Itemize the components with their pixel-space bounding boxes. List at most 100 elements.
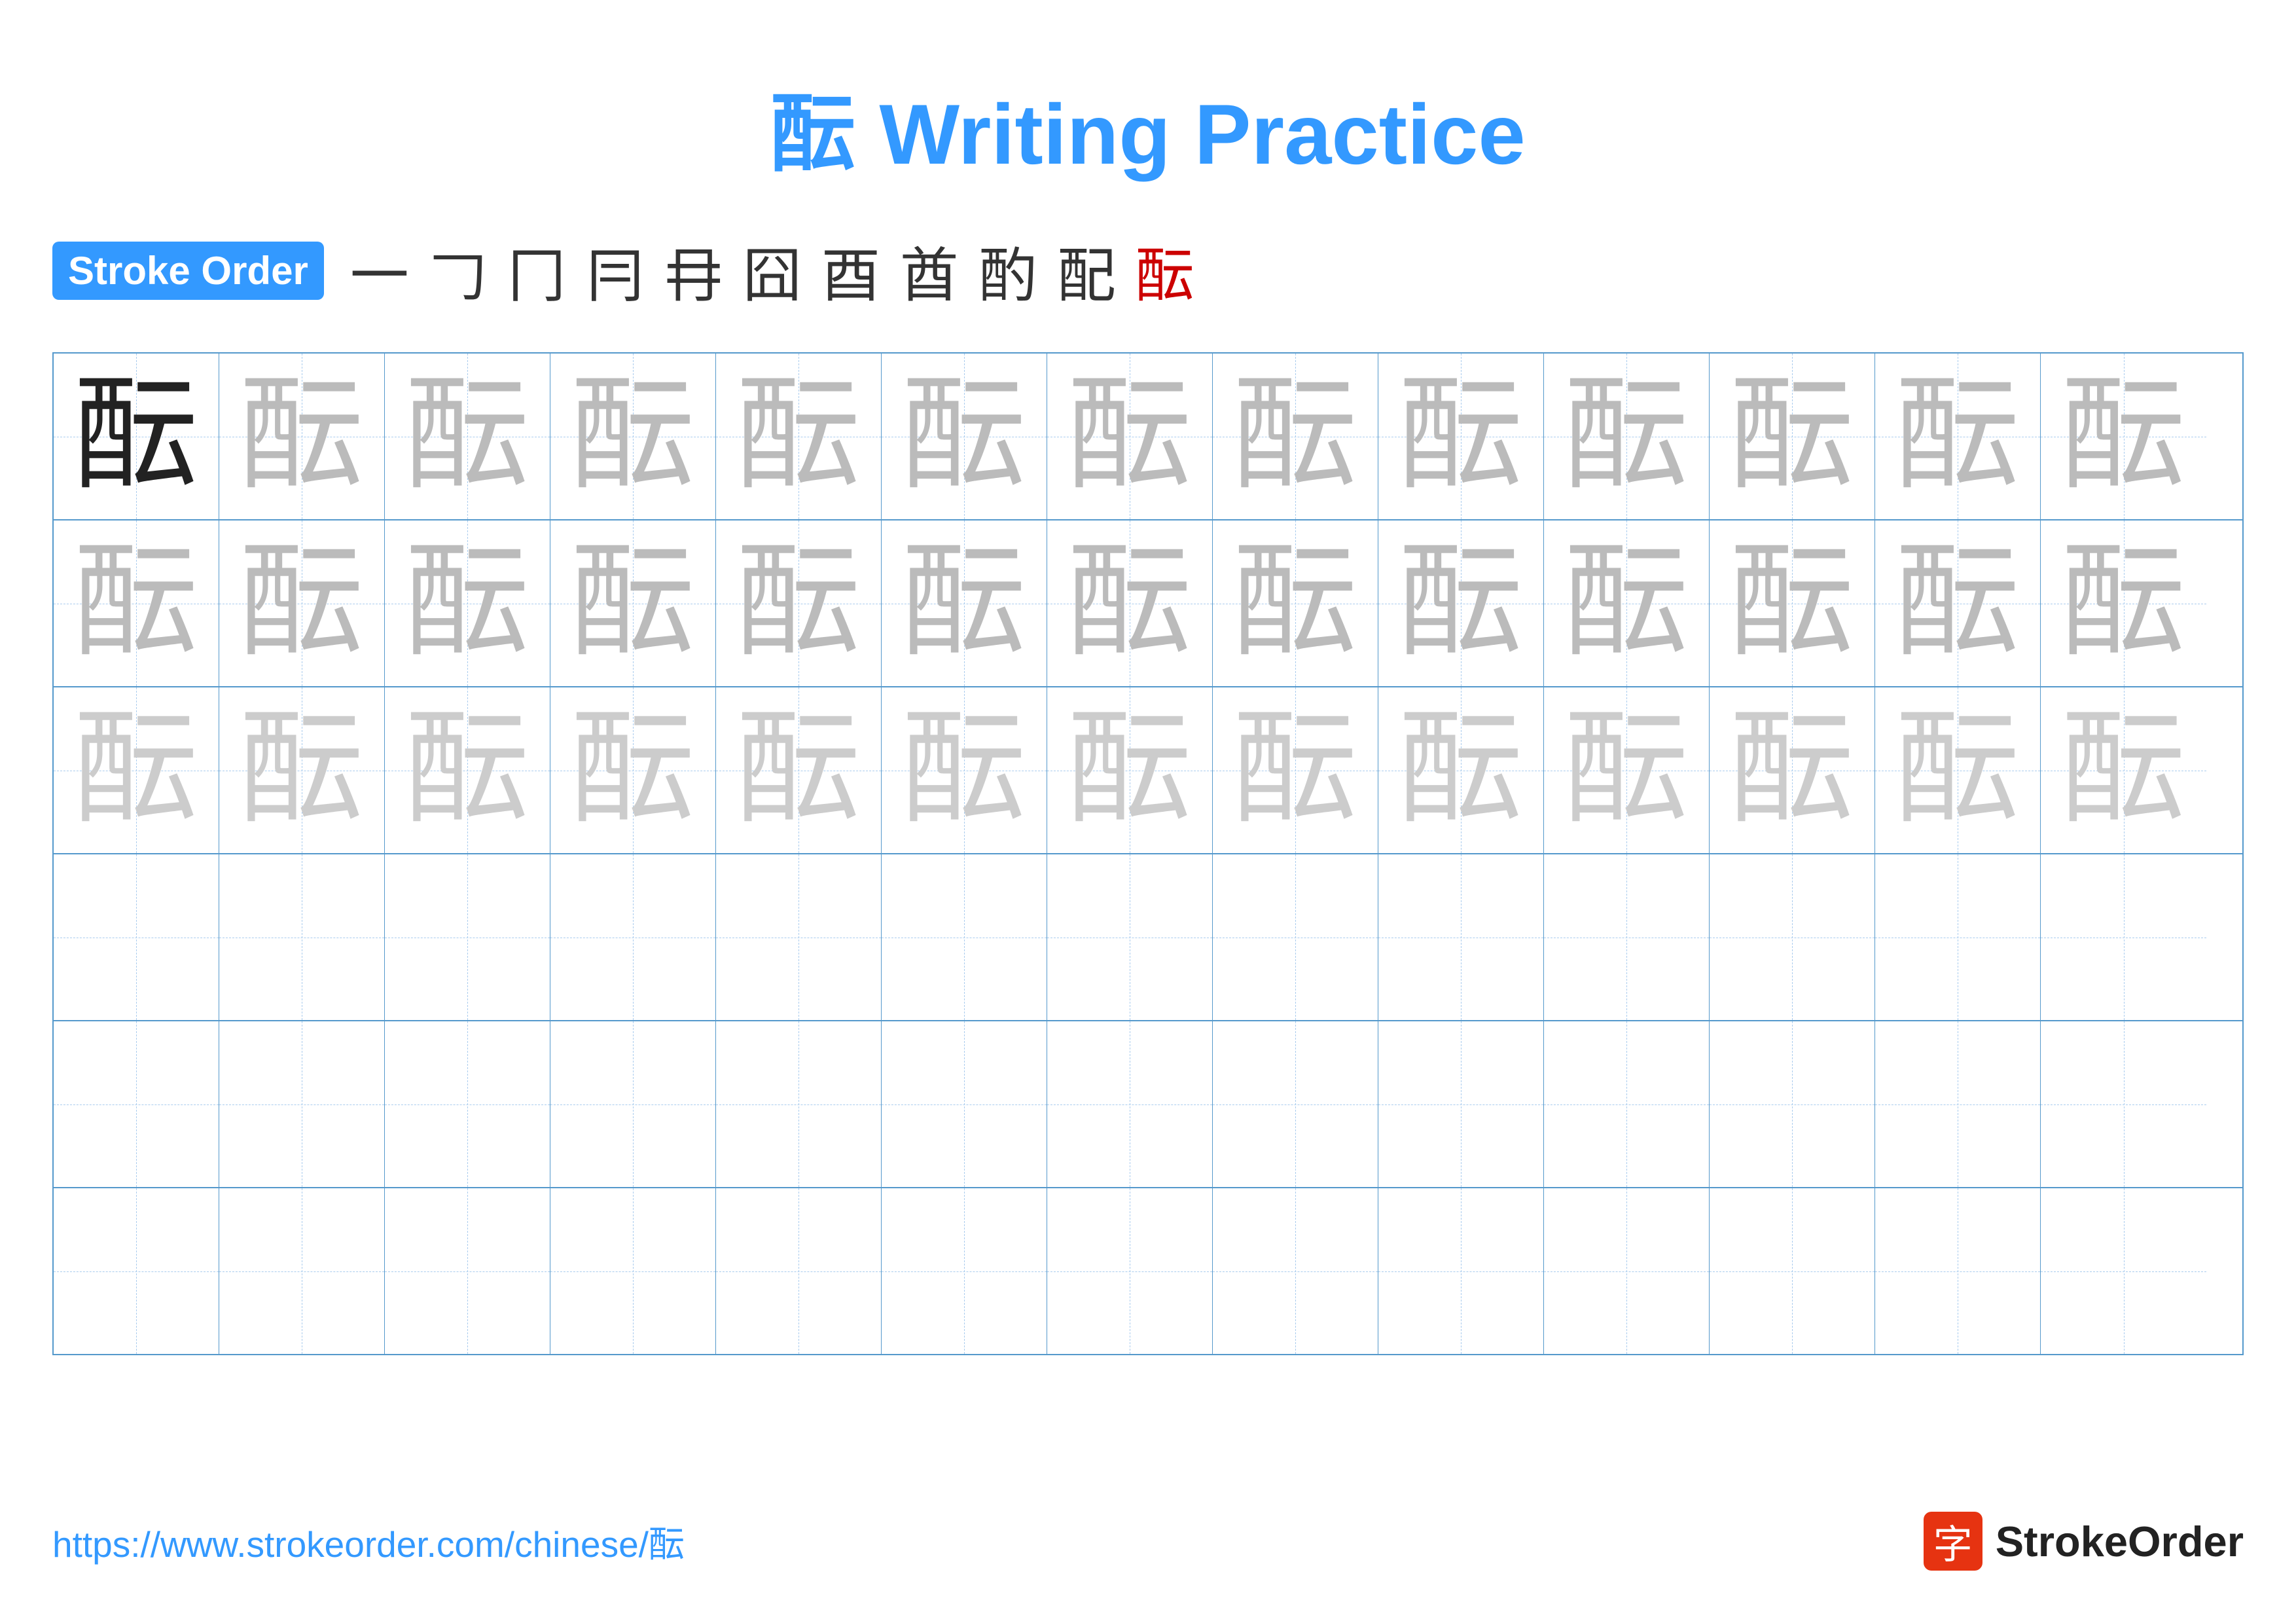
grid-cell: 酝: [54, 354, 219, 519]
grid-cell: [1213, 854, 1378, 1020]
stroke-order-row: Stroke Order 一 𠃌 冂 冃 冄 囧 酉 酋 酌 配 酝: [0, 228, 2296, 313]
footer-url: https://www.strokeorder.com/chinese/酝: [52, 1515, 685, 1567]
grid-cell: [1213, 1188, 1378, 1354]
grid-cell: 酝: [1378, 687, 1544, 853]
page-title: 酝 Writing Practice: [0, 0, 2296, 228]
grid-cell: [716, 854, 882, 1020]
grid-cell: 酝: [1710, 354, 1875, 519]
grid-cell: [550, 1021, 716, 1187]
grid-cell: 酝: [1875, 520, 2041, 686]
stroke-order-badge: Stroke Order: [52, 242, 324, 300]
grid-cell: [385, 1188, 550, 1354]
stroke-5: 冄: [664, 228, 723, 313]
grid-cell: 酝: [1378, 520, 1544, 686]
stroke-9: 酌: [978, 228, 1037, 313]
grid-cell: [1710, 854, 1875, 1020]
grid-cell: 酝: [1544, 354, 1710, 519]
grid-cell: [1544, 854, 1710, 1020]
grid-cell: [1544, 1021, 1710, 1187]
grid-cell: 酝: [1710, 687, 1875, 853]
grid-cell: 酝: [2041, 354, 2206, 519]
grid-cell: [1378, 1021, 1544, 1187]
grid-cell: [1544, 1188, 1710, 1354]
grid-cell: 酝: [550, 520, 716, 686]
grid-cell: 酝: [1047, 687, 1213, 853]
grid-cell: 酝: [1378, 354, 1544, 519]
grid-cell: [1213, 1021, 1378, 1187]
stroke-11: 酝: [1136, 228, 1194, 313]
grid-cell: 酝: [716, 687, 882, 853]
grid-cell: [54, 854, 219, 1020]
grid-cell: 酝: [219, 354, 385, 519]
grid-cell: 酝: [2041, 687, 2206, 853]
grid-cell: [1047, 1021, 1213, 1187]
grid-cell: [54, 1188, 219, 1354]
grid-cell: [550, 854, 716, 1020]
grid-cell: [219, 1021, 385, 1187]
grid-cell: [2041, 1188, 2206, 1354]
stroke-6: 囧: [743, 228, 802, 313]
grid-cell: [385, 854, 550, 1020]
grid-cell: 酝: [550, 354, 716, 519]
stroke-2: 𠃌: [429, 228, 488, 313]
footer-logo: 字 StrokeOrder: [1924, 1512, 2244, 1571]
grid-cell: 酝: [882, 520, 1047, 686]
grid-cell: [1875, 854, 2041, 1020]
grid-cell: [54, 1021, 219, 1187]
grid-cell: [1378, 854, 1544, 1020]
grid-cell: [219, 1188, 385, 1354]
grid-cell: [219, 854, 385, 1020]
stroke-7: 酉: [821, 228, 880, 313]
grid-cell: [882, 1021, 1047, 1187]
grid-cell: 酝: [385, 354, 550, 519]
grid-cell: [1378, 1188, 1544, 1354]
grid-cell: [716, 1021, 882, 1187]
stroke-3: 冂: [507, 228, 566, 313]
grid-cell: [2041, 854, 2206, 1020]
stroke-1: 一: [350, 228, 409, 313]
grid-cell: 酝: [1213, 354, 1378, 519]
grid-cell: [1710, 1021, 1875, 1187]
stroke-8: 酋: [900, 228, 959, 313]
grid-cell: [1047, 1188, 1213, 1354]
stroke-4: 冃: [586, 228, 645, 313]
logo-icon: 字: [1924, 1512, 1982, 1571]
logo-name: StrokeOrder: [1996, 1517, 2244, 1566]
grid-cell: 酝: [385, 520, 550, 686]
grid-row: [54, 854, 2242, 1021]
grid-cell: [1875, 1188, 2041, 1354]
grid-row: [54, 1188, 2242, 1354]
grid-cell: 酝: [716, 354, 882, 519]
grid-cell: 酝: [882, 687, 1047, 853]
grid-cell: [1875, 1021, 2041, 1187]
grid-row: [54, 1021, 2242, 1188]
grid-cell: 酝: [1213, 520, 1378, 686]
grid-cell: 酝: [219, 520, 385, 686]
grid-cell: [882, 854, 1047, 1020]
grid-cell: 酝: [882, 354, 1047, 519]
grid-row: 酝酝酝酝酝酝酝酝酝酝酝酝酝: [54, 687, 2242, 854]
grid-cell: [1047, 854, 1213, 1020]
grid-cell: 酝: [1047, 520, 1213, 686]
grid-row: 酝酝酝酝酝酝酝酝酝酝酝酝酝: [54, 520, 2242, 687]
grid-cell: 酝: [1544, 687, 1710, 853]
grid-cell: 酝: [54, 687, 219, 853]
grid-cell: [882, 1188, 1047, 1354]
grid-cell: 酝: [54, 520, 219, 686]
grid-cell: 酝: [1544, 520, 1710, 686]
stroke-10: 配: [1057, 228, 1116, 313]
grid-cell: [385, 1021, 550, 1187]
grid-cell: 酝: [219, 687, 385, 853]
grid-cell: 酝: [1875, 687, 2041, 853]
grid-cell: 酝: [550, 687, 716, 853]
grid-cell: [1710, 1188, 1875, 1354]
grid-cell: 酝: [1213, 687, 1378, 853]
grid-cell: [550, 1188, 716, 1354]
grid-cell: [716, 1188, 882, 1354]
grid-cell: 酝: [716, 520, 882, 686]
grid-cell: 酝: [1875, 354, 2041, 519]
stroke-chars: 一 𠃌 冂 冃 冄 囧 酉 酋 酌 配 酝: [350, 228, 1194, 313]
grid-cell: 酝: [1047, 354, 1213, 519]
footer: https://www.strokeorder.com/chinese/酝 字 …: [52, 1512, 2244, 1571]
grid-cell: 酝: [2041, 520, 2206, 686]
